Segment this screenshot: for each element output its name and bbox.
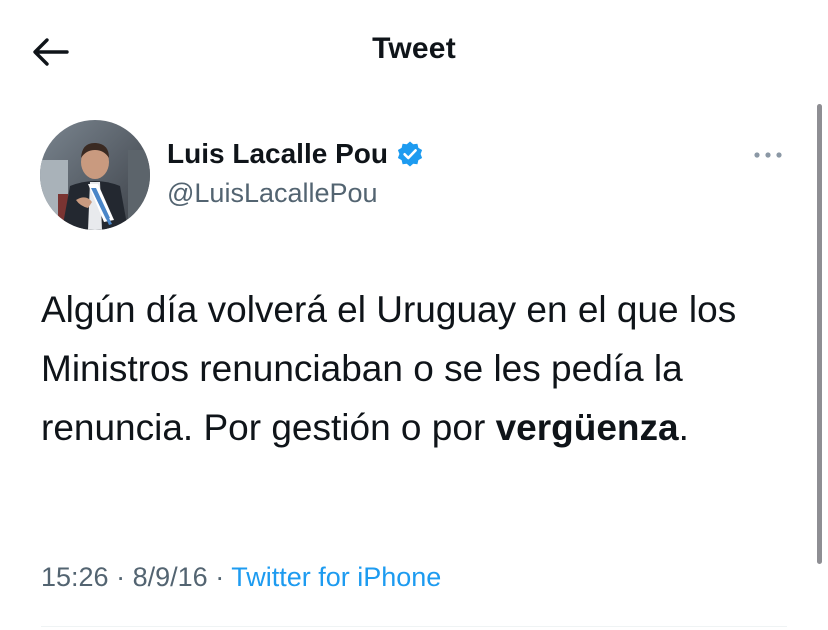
tweet-source-link[interactable]: Twitter for iPhone bbox=[231, 562, 441, 592]
top-bar: Tweet bbox=[0, 0, 828, 104]
page-title: Tweet bbox=[372, 32, 456, 65]
tweet-detail-page: Tweet Luis Lacalle Pou @LuisLacallePou A… bbox=[0, 0, 828, 630]
avatar[interactable] bbox=[40, 120, 150, 230]
scrollbar[interactable] bbox=[817, 104, 822, 564]
author-handle[interactable]: @LuisLacallePou bbox=[167, 178, 378, 209]
tweet-text-bold: vergüenza bbox=[495, 407, 679, 448]
divider bbox=[41, 626, 787, 627]
tweet-text: Algún día volverá el Uruguay en el que l… bbox=[41, 280, 801, 457]
tweet-date[interactable]: 8/9/16 bbox=[133, 562, 208, 592]
author-name[interactable]: Luis Lacalle Pou bbox=[167, 138, 424, 170]
verified-badge-icon bbox=[397, 141, 423, 167]
meta-separator: · bbox=[116, 562, 126, 592]
avatar-image bbox=[40, 120, 150, 230]
more-horizontal-icon bbox=[754, 152, 782, 158]
tweet-meta: 15:26 · 8/9/16 · Twitter for iPhone bbox=[41, 562, 441, 593]
more-options-button[interactable] bbox=[750, 140, 786, 170]
meta-separator: · bbox=[215, 562, 225, 592]
author-name-text: Luis Lacalle Pou bbox=[167, 138, 388, 169]
tweet-time[interactable]: 15:26 bbox=[41, 562, 109, 592]
tweet-text-end: . bbox=[678, 407, 689, 448]
